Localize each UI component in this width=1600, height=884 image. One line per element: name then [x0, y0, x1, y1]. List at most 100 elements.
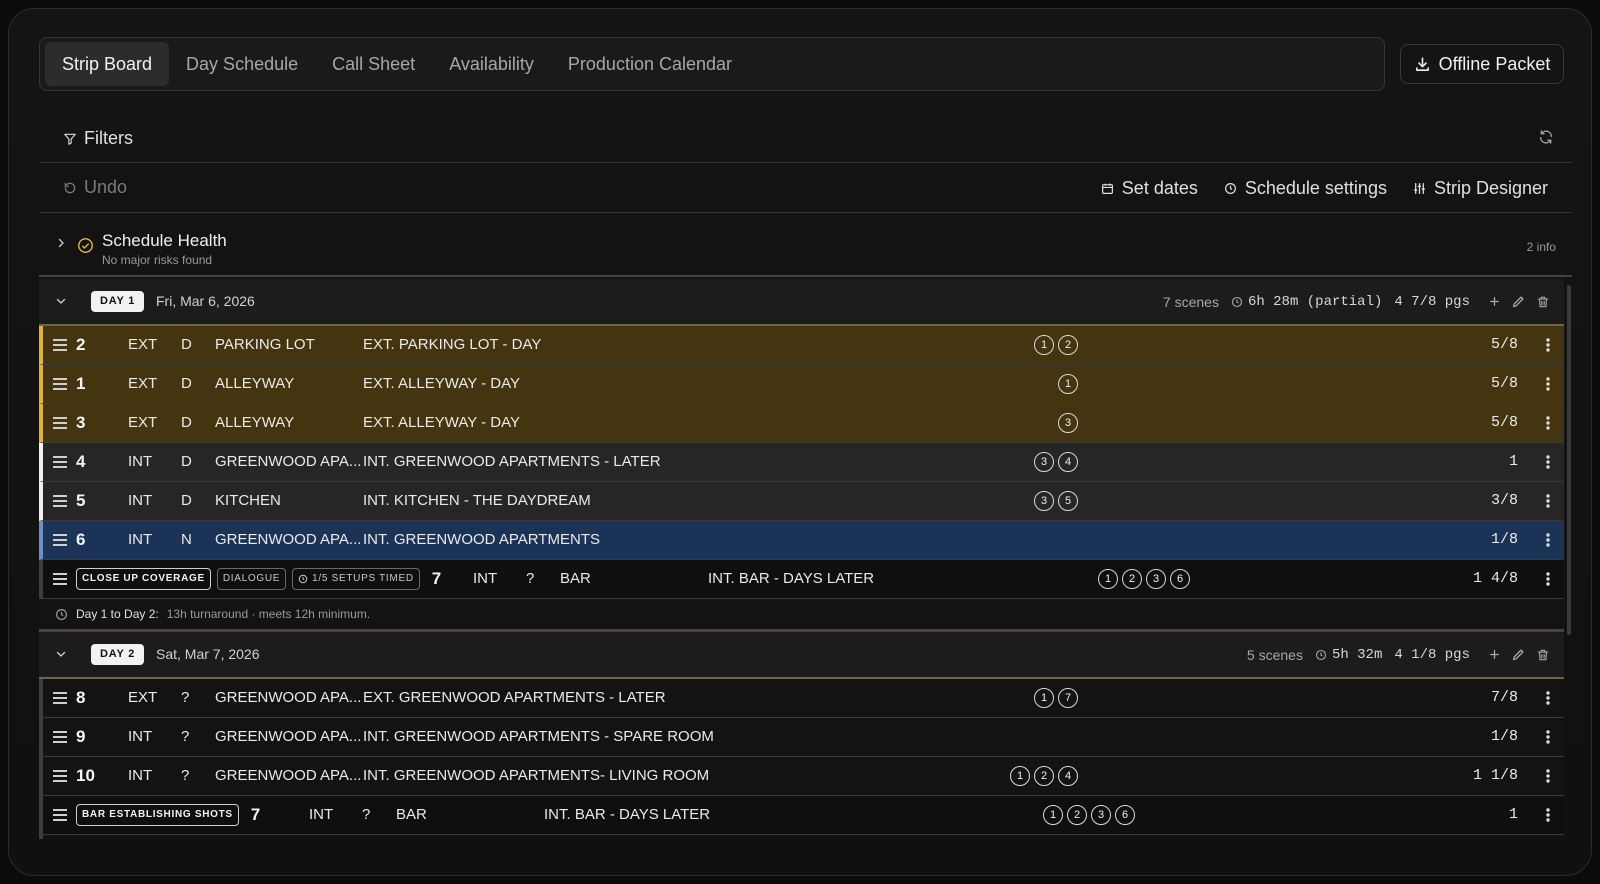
scene-count: 5 scenes [1246, 646, 1303, 663]
schedule-settings-button[interactable]: Schedule settings [1224, 178, 1387, 199]
more-vertical-icon[interactable] [1546, 835, 1550, 839]
scene-strip[interactable]: 4 INT D GREENWOOD APA... INT. GREENWOOD … [39, 443, 1564, 482]
scrollbar[interactable] [1567, 285, 1571, 635]
tab-production-calendar[interactable]: Production Calendar [551, 42, 749, 86]
chevron-down-icon[interactable] [55, 648, 67, 660]
more-vertical-icon[interactable] [1546, 796, 1550, 834]
view-tabs: Strip Board Day Schedule Call Sheet Avai… [39, 37, 1385, 91]
trash-icon[interactable] [1536, 648, 1550, 662]
strip-designer-button[interactable]: Strip Designer [1413, 178, 1548, 199]
drag-handle-icon[interactable] [53, 835, 67, 839]
schedule-settings-label: Schedule settings [1244, 177, 1387, 198]
undo-button[interactable]: Undo [63, 177, 127, 198]
day-header: DAY 1 Fri, Mar 6, 2026 7 scenes 6h 28m (… [39, 279, 1564, 326]
day-pages: 4 7/8 pgs [1394, 293, 1470, 310]
strip-tag: BAR ESTABLISHING SHOTS [76, 804, 239, 826]
drag-handle-icon[interactable] [53, 796, 67, 834]
scene-strip[interactable]: 11 INT ? GREENWOOD APA... INT. GREENWOOD… [39, 835, 1564, 839]
pencil-icon[interactable] [1511, 294, 1526, 309]
scene-description: INT. GREENWOOD APARTMENTS- LIVING ROOM [363, 767, 710, 784]
strip-tag: DIALOGUE [216, 568, 287, 590]
page-count: 1/8 [1490, 728, 1518, 745]
scene-description: INT. BAR - DAYS LATER [708, 570, 875, 587]
scene-number: 10 [76, 766, 95, 785]
scene-strip[interactable]: 2 EXT D PARKING LOT EXT. PARKING LOT - D… [39, 326, 1564, 365]
set-dates-button[interactable]: Set dates [1101, 178, 1198, 199]
plus-icon[interactable] [1488, 648, 1501, 661]
int-ext: EXT [128, 689, 158, 706]
more-vertical-icon[interactable] [1546, 679, 1550, 717]
scene-strip[interactable]: 6 INT N GREENWOOD APA... INT. GREENWOOD … [39, 521, 1564, 560]
scene-number: 4 [76, 452, 86, 471]
more-vertical-icon[interactable] [1546, 718, 1550, 756]
int-ext: INT [128, 492, 153, 509]
scene-strip[interactable]: 10 INT ? GREENWOOD APA... INT. GREENWOOD… [39, 757, 1564, 796]
scene-strip[interactable]: 1 EXT D ALLEYWAY EXT. ALLEYWAY - DAY 1 5… [39, 365, 1564, 404]
more-vertical-icon[interactable] [1546, 560, 1550, 598]
page-count: 5/8 [1490, 375, 1518, 392]
drag-handle-icon[interactable] [53, 404, 67, 442]
tab-call-sheet[interactable]: Call Sheet [315, 42, 432, 86]
banner-strip[interactable]: CLOSE UP COVERAGE DIALOGUE 1/5 SETUPS TI… [39, 560, 1564, 599]
schedule-toolbar: Undo Set dates Schedule settings Strip D… [39, 163, 1572, 213]
strip-tag: CLOSE UP COVERAGE [76, 568, 211, 590]
scene-strip[interactable]: 3 EXT D ALLEYWAY EXT. ALLEYWAY - DAY 3 5… [39, 404, 1564, 443]
more-vertical-icon[interactable] [1546, 482, 1550, 520]
scene-strip[interactable]: 8 EXT ? GREENWOOD APA... EXT. GREENWOOD … [39, 679, 1564, 718]
drag-handle-icon[interactable] [53, 757, 67, 795]
more-vertical-icon[interactable] [1546, 443, 1550, 481]
page-count: 1 [1508, 453, 1518, 470]
cast-id-badge: 2 [1034, 766, 1054, 786]
scene-count: 7 scenes [1162, 293, 1219, 310]
schedule-health-panel[interactable]: Schedule Health No major risks found 2 i… [39, 213, 1572, 277]
drag-handle-icon[interactable] [53, 443, 67, 481]
clock-icon [1315, 649, 1327, 661]
trash-icon[interactable] [1536, 295, 1550, 309]
drag-handle-icon[interactable] [53, 326, 67, 364]
scene-description: INT. GREENWOOD APARTMENTS - SPARE ROOM [363, 728, 714, 745]
plus-icon[interactable] [1488, 295, 1501, 308]
banner-strip[interactable]: BAR ESTABLISHING SHOTS 7 INT ? BAR INT. … [39, 796, 1564, 835]
cast-id-badge: 1 [1010, 766, 1030, 786]
refresh-icon[interactable] [1538, 129, 1554, 145]
chevron-right-icon[interactable] [55, 237, 67, 249]
drag-handle-icon[interactable] [53, 521, 67, 559]
drag-handle-icon[interactable] [53, 482, 67, 520]
page-count: 7/8 [1490, 689, 1518, 706]
undo-label: Undo [84, 177, 128, 197]
cast-id-badge: 3 [1058, 413, 1078, 433]
scene-strip[interactable]: 9 INT ? GREENWOOD APA... INT. GREENWOOD … [39, 718, 1564, 757]
turnaround-note: Day 1 to Day 2: 13h turnaround · meets 1… [39, 599, 1564, 632]
offline-packet-button[interactable]: Offline Packet [1400, 44, 1564, 84]
clock-icon [298, 574, 308, 584]
drag-handle-icon[interactable] [53, 365, 67, 403]
pencil-icon[interactable] [1511, 647, 1526, 662]
scene-strip[interactable]: 5 INT D KITCHEN INT. KITCHEN - THE DAYDR… [39, 482, 1564, 521]
scene-description: EXT. GREENWOOD APARTMENTS - LATER [363, 689, 666, 706]
download-icon [1414, 56, 1431, 73]
chevron-down-icon[interactable] [55, 295, 67, 307]
tab-strip-board[interactable]: Strip Board [45, 42, 170, 86]
scene-description: EXT. ALLEYWAY - DAY [363, 414, 521, 431]
filters-button[interactable]: Filters [63, 128, 133, 149]
more-vertical-icon[interactable] [1546, 365, 1550, 403]
cast-id-badge: 4 [1058, 452, 1078, 472]
time-of-day: D [181, 336, 192, 353]
page-count: 1 [1508, 806, 1518, 823]
int-ext: INT [128, 453, 153, 470]
scene-description: INT. GREENWOOD APARTMENTS - THE STAIRCAS… [363, 835, 731, 839]
int-ext: INT [128, 531, 153, 548]
more-vertical-icon[interactable] [1546, 757, 1550, 795]
cast-id-badge: 1 [1098, 569, 1118, 589]
more-vertical-icon[interactable] [1546, 326, 1550, 364]
tab-day-schedule[interactable]: Day Schedule [169, 42, 315, 86]
check-circle-icon [77, 237, 94, 254]
set-name: GREENWOOD APA... [215, 767, 362, 784]
more-vertical-icon[interactable] [1546, 404, 1550, 442]
tab-availability[interactable]: Availability [432, 42, 551, 86]
drag-handle-icon[interactable] [53, 718, 67, 756]
drag-handle-icon[interactable] [53, 560, 67, 598]
more-vertical-icon[interactable] [1546, 521, 1550, 559]
cast-id-badge: 3 [1034, 452, 1054, 472]
drag-handle-icon[interactable] [53, 679, 67, 717]
